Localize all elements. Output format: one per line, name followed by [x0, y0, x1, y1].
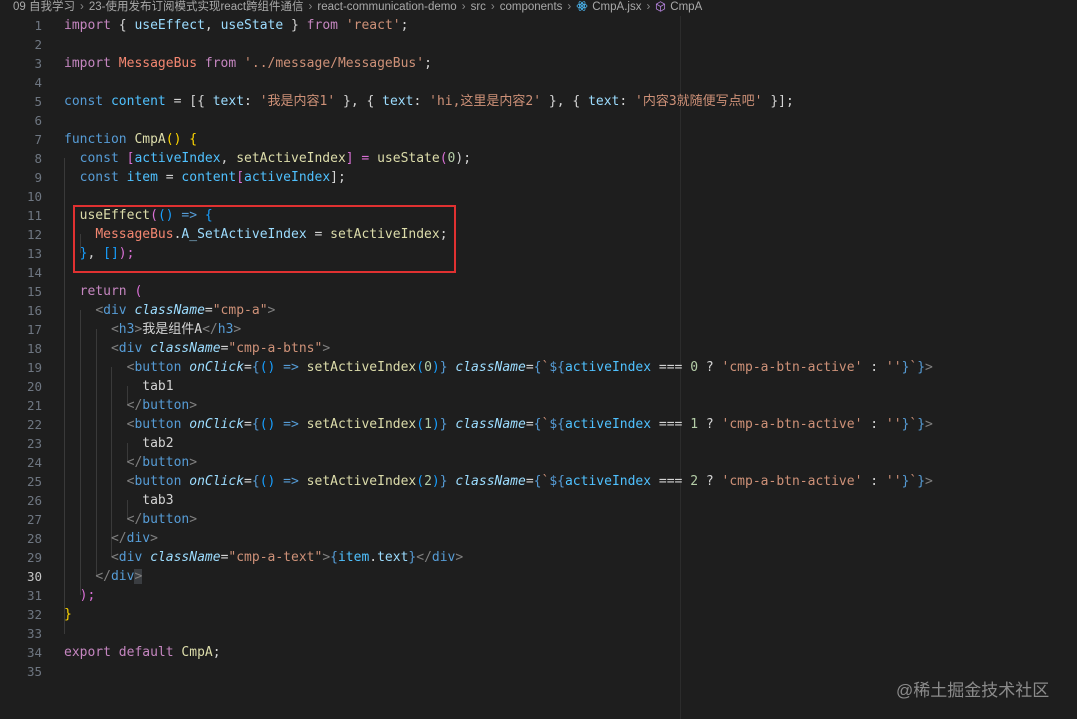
line-number: 5	[34, 94, 42, 109]
line-number: 15	[26, 284, 42, 299]
code-line: 2	[0, 35, 1077, 54]
code-text: </div>	[95, 569, 143, 584]
chevron-right-icon: ›	[646, 1, 651, 13]
line-number: 27	[26, 512, 42, 527]
code-text: <div className="cmp-a-text">{item.text}<…	[110, 550, 464, 565]
code-line: 33	[0, 624, 1077, 643]
breadcrumb-item-project[interactable]: 23-使用发布订阅模式实现react跨组件通信	[89, 0, 304, 15]
code-editor[interactable]: 1 2 3 4 5 6 7 8 9 10 11 12 13 14 15 16 1…	[0, 16, 1077, 719]
line-number: 9	[34, 170, 42, 185]
watermark: @稀土掘金技术社区	[896, 681, 1050, 700]
line-number: 34	[26, 645, 42, 660]
line-number: 25	[26, 474, 42, 489]
annotation-highlight-box	[73, 205, 456, 273]
breadcrumb-item-file[interactable]: CmpA.jsx	[592, 0, 641, 15]
code-text: <h3>我是组件A</h3>	[110, 322, 242, 337]
chevron-right-icon: ›	[80, 1, 84, 13]
code-text: import { useEffect, useState } from 'rea…	[64, 18, 409, 33]
chevron-right-icon: ›	[490, 1, 495, 13]
line-number: 14	[26, 265, 42, 280]
chevron-right-icon: ›	[461, 1, 466, 13]
line-number: 20	[26, 379, 42, 394]
line-number: 32	[26, 607, 42, 622]
code-text: <div className="cmp-a">	[95, 303, 276, 318]
code-text: const content = [{ text: '我是内容1' }, { te…	[64, 94, 794, 109]
line-number: 3	[34, 56, 42, 71]
code-text: tab1	[142, 379, 174, 394]
breadcrumb-item-folder[interactable]: 09 自我学习	[13, 0, 75, 15]
code-text: <button onClick={() => setActiveIndex(2)…	[126, 474, 933, 489]
code-text: <button onClick={() => setActiveIndex(0)…	[126, 360, 933, 375]
code-text: tab2	[142, 436, 174, 451]
code-text: );	[79, 588, 96, 603]
code-text: function CmpA() {	[64, 132, 198, 147]
code-line: 6	[0, 111, 1077, 130]
react-file-icon	[576, 1, 588, 11]
line-number: 31	[26, 588, 42, 603]
code-line: 15	[0, 282, 1077, 301]
code-line: 4	[0, 73, 1077, 92]
line-number: 10	[26, 189, 42, 204]
line-number: 21	[26, 398, 42, 413]
line-number: 26	[26, 493, 42, 508]
line-number: 6	[34, 113, 42, 128]
code-text: import MessageBus from '../message/Messa…	[64, 56, 432, 71]
line-number: 7	[34, 132, 42, 147]
breadcrumb-item-repo[interactable]: react-communication-demo	[317, 0, 456, 15]
line-number: 12	[26, 227, 42, 242]
line-number: 13	[26, 246, 42, 261]
chevron-right-icon: ›	[567, 1, 572, 13]
line-number: 28	[26, 531, 42, 546]
line-number: 29	[26, 550, 42, 565]
code-text: </button>	[126, 455, 198, 470]
line-number: 8	[34, 151, 42, 166]
line-number: 1	[34, 18, 42, 33]
line-number: 16	[26, 303, 42, 318]
code-text: tab3	[142, 493, 174, 508]
code-text: <button onClick={() => setActiveIndex(1)…	[126, 417, 933, 432]
code-text: return (	[79, 284, 143, 299]
code-line: 32	[0, 605, 1077, 624]
code-text: }	[64, 607, 72, 622]
line-number: 17	[26, 322, 42, 337]
code-text: export default CmpA;	[64, 645, 221, 660]
breadcrumb-item-components[interactable]: components	[500, 0, 563, 15]
code-line: 10	[0, 187, 1077, 206]
chevron-right-icon: ›	[308, 1, 313, 13]
breadcrumb-item-src[interactable]: src	[471, 0, 486, 15]
line-number: 35	[26, 664, 42, 679]
line-number: 22	[26, 417, 42, 432]
code-text: const [activeIndex, setActiveIndex] = us…	[79, 151, 472, 166]
line-number: 4	[34, 75, 42, 90]
line-number-active: 30	[26, 569, 42, 584]
symbol-cube-icon	[656, 1, 666, 12]
line-number: 2	[34, 37, 42, 52]
code-text: </button>	[126, 512, 198, 527]
code-line: 31	[0, 586, 1077, 605]
code-text: </button>	[126, 398, 198, 413]
breadcrumb-item-symbol[interactable]: CmpA	[670, 0, 702, 15]
code-line: 28	[0, 529, 1077, 548]
code-text: <div className="cmp-a-btns">	[110, 341, 331, 356]
line-number: 23	[26, 436, 42, 451]
code-text: </div>	[110, 531, 158, 546]
code-text: const item = content[activeIndex];	[79, 170, 346, 185]
breadcrumb: 09 自我学习 › 23-使用发布订阅模式实现react跨组件通信 › react-co…	[0, 0, 1077, 16]
line-number: 33	[26, 626, 42, 641]
line-number: 18	[26, 341, 42, 356]
line-number: 19	[26, 360, 42, 375]
code-line-active: 30	[0, 567, 1077, 586]
line-number: 24	[26, 455, 42, 470]
line-number: 11	[26, 208, 42, 223]
